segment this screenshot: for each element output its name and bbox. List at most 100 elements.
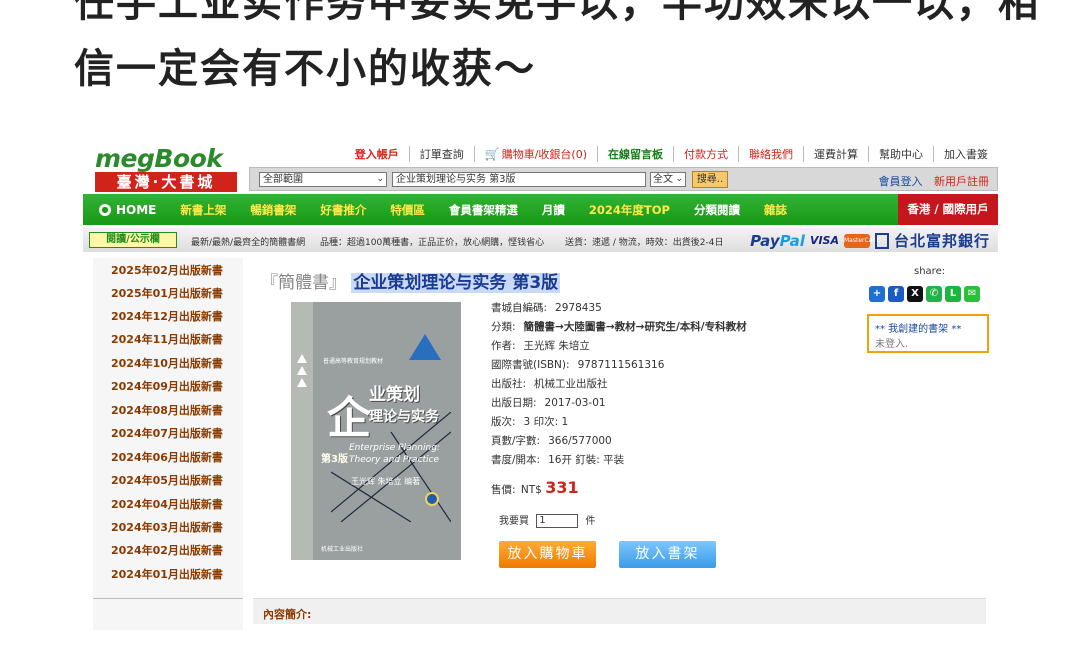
detail-label: 分類: (491, 321, 516, 333)
cover-title-line2: 理论与实务 (369, 409, 439, 425)
category-path-link[interactable]: 簡體書→大陸圖書→教材→研究生/本科/专科教材 (524, 321, 747, 333)
sidebar-item[interactable]: 2024年02月出版新書 (111, 542, 223, 558)
detail-label: 作者: (491, 340, 516, 352)
detail-row: 國際書號(ISBN): 9787111561316 (491, 357, 664, 372)
sidebar-item[interactable]: 2024年03月出版新書 (111, 519, 223, 535)
detail-row: 出版日期: 2017-03-01 (491, 395, 606, 410)
publisher-link[interactable]: 机械工业出版社 (534, 378, 608, 390)
sidebar: 2025年02月出版新書 2025年01月出版新書 2024年12月出版新書 2… (93, 258, 243, 630)
top-links: 登入帳戶 訂單查詢 🛒 購物車/收銀台(0) 在線留言板 付款方式 聯絡我們 運費… (345, 146, 998, 162)
chevron-down-icon: ⌄ (675, 174, 683, 184)
sidebar-item[interactable]: 2024年12月出版新書 (111, 308, 223, 324)
logo-subtitle: 臺灣·大書城 (95, 172, 237, 192)
detail-row: 作者: 王光辉 朱培立 (491, 338, 590, 353)
home-icon: ● (99, 203, 111, 216)
notice-tag[interactable]: 閱讀/公示欄 (89, 232, 177, 248)
toplink-bookmark[interactable]: 加入書簽 (933, 146, 998, 162)
toplink-order-query[interactable]: 訂單查詢 (408, 146, 474, 162)
nav-recommended[interactable]: 好書推介 (308, 202, 378, 218)
toplink-shipping-calc[interactable]: 運費計算 (803, 146, 868, 162)
detail-value: 2017-03-01 (544, 397, 606, 409)
nav-2024-top[interactable]: 2024年度TOP (577, 202, 682, 218)
sidebar-item[interactable]: 2024年06月出版新書 (111, 449, 223, 465)
nav-categories[interactable]: 分類閱讀 (682, 202, 752, 218)
detail-label: 國際書號(ISBN): (491, 359, 570, 371)
author-link[interactable]: 王光辉 朱培立 (524, 340, 590, 352)
share-plus-icon[interactable]: + (869, 286, 885, 302)
line-icon[interactable]: L (945, 286, 961, 302)
detail-label: 版次: (491, 416, 516, 428)
toplink-payment[interactable]: 付款方式 (673, 146, 738, 162)
cover-en-line1: Enterprise Planning: (349, 443, 440, 453)
site-logo[interactable]: megBook 臺灣·大書城 (95, 146, 241, 192)
sidebar-item[interactable]: 2024年04月出版新書 (111, 496, 223, 512)
sidebar-item[interactable]: 2024年05月出版新書 (111, 472, 223, 488)
nav-magazines[interactable]: 雜誌 (752, 202, 799, 218)
toplink-contact[interactable]: 聯絡我們 (738, 146, 803, 162)
toplink-login[interactable]: 登入帳戶 (345, 146, 409, 162)
payment-logos: PayPal VISA MasterCard 台北富邦銀行 (750, 230, 990, 251)
register-link[interactable]: 新用戶註冊 (934, 175, 989, 188)
triangle-icon (297, 354, 307, 363)
share-icons: + f X ✆ L ✉ (869, 286, 980, 302)
search-button[interactable]: 搜尋.. (692, 171, 728, 188)
whatsapp-icon[interactable]: ✆ (926, 286, 942, 302)
cover-publisher: 机械工业出版社 (321, 546, 364, 553)
chevron-down-icon: ⌄ (376, 174, 384, 184)
bank-logo: 台北富邦銀行 (893, 232, 990, 250)
triangle-icon (297, 366, 307, 375)
cover-title-big: 企 (327, 393, 371, 444)
sidebar-item[interactable]: 2025年01月出版新書 (111, 285, 223, 301)
cart-icon: 🛒 (484, 147, 500, 161)
article-text-line1: 任手工业实作务中妥实免手以，半功效未以一以，相 (74, 0, 1040, 26)
price-value: 331 (545, 478, 579, 497)
sidebar-item[interactable]: 2024年07月出版新書 (111, 425, 223, 441)
cover-edition: 第3版 (321, 454, 348, 465)
detail-label: 頁數/字數: (491, 435, 541, 447)
share-label: share: (914, 266, 946, 277)
price-label: 售價: (491, 484, 516, 496)
quantity-label: 我要買 (499, 516, 529, 527)
nav-home-label: HOME (116, 202, 157, 217)
nav-home[interactable]: ● HOME (83, 203, 168, 217)
price-currency: NT$ (520, 484, 542, 496)
facebook-icon[interactable]: f (888, 286, 904, 302)
sidebar-item[interactable]: 2024年09月出版新書 (111, 378, 223, 394)
detail-value: 16开 釘裝: 平装 (548, 454, 625, 466)
sidebar-item[interactable]: 2024年10月出版新書 (111, 355, 223, 371)
sidebar-item[interactable]: 2024年08月出版新書 (111, 402, 223, 418)
product-title: 『簡體書』 企业策划理论与实务 第3版 (261, 268, 561, 293)
toplink-cart[interactable]: 🛒 購物車/收銀台(0) (473, 146, 597, 162)
x-icon[interactable]: X (907, 286, 923, 302)
search-scope-select[interactable]: 全部範圍 ⌄ (259, 172, 387, 187)
cover-dot-icon (425, 492, 439, 506)
sidebar-item[interactable]: 2025年02月出版新書 (111, 262, 223, 278)
nav-hk-international[interactable]: 香港 / 國際用戶 (898, 194, 998, 225)
sidebar-item[interactable]: 2024年11月出版新書 (111, 331, 223, 347)
nav-monthly-read[interactable]: 月讀 (530, 202, 577, 218)
add-to-shelf-button[interactable]: 放入書架 (619, 541, 716, 568)
quantity-input[interactable]: 1 (536, 514, 579, 528)
cover-title-rest: 业策划 理论与实务 (369, 384, 439, 428)
info-text-variety: 品種：超過100萬種書，正品正价，放心網購，悭钱省心 (320, 238, 545, 248)
shelf-title[interactable]: ** 我創建的書架 ** (875, 320, 981, 335)
info-text-tagline: 最新/最熱/最齊全的簡體書網 (191, 238, 306, 248)
main-nav: ● HOME 新書上架 暢銷書架 好書推介 特價區 會員書架精選 月讀 2024… (83, 194, 998, 225)
toplink-message-board[interactable]: 在線留言板 (597, 146, 673, 162)
search-field-select[interactable]: 全文 ⌄ (650, 172, 686, 187)
add-to-cart-button[interactable]: 放入購物車 (499, 541, 596, 568)
bookstore-page: megBook 臺灣·大書城 登入帳戶 訂單查詢 🛒 購物車/收銀台(0) 在線留… (83, 138, 998, 630)
member-links: 會員登入 新用戶註冊 (871, 173, 990, 189)
toplink-cart-label: 購物車/收銀台(0) (501, 148, 587, 161)
nav-bestsellers[interactable]: 暢銷書架 (238, 202, 308, 218)
search-input[interactable]: 企业策划理论与实务 第3版 (392, 172, 646, 187)
sidebar-item[interactable]: 2024年01月出版新書 (111, 566, 223, 582)
toplink-help[interactable]: 幫助中心 (868, 146, 933, 162)
detail-row: 書度/開本: 16开 釘裝: 平装 (491, 452, 624, 467)
cover-authors: 王光辉 朱培立 编著 (351, 477, 421, 486)
nav-new-books[interactable]: 新書上架 (168, 202, 238, 218)
nav-member-shelf[interactable]: 會員書架精選 (437, 202, 530, 218)
member-login-link[interactable]: 會員登入 (879, 175, 923, 188)
wechat-icon[interactable]: ✉ (964, 286, 980, 302)
nav-specials[interactable]: 特價區 (378, 202, 437, 218)
